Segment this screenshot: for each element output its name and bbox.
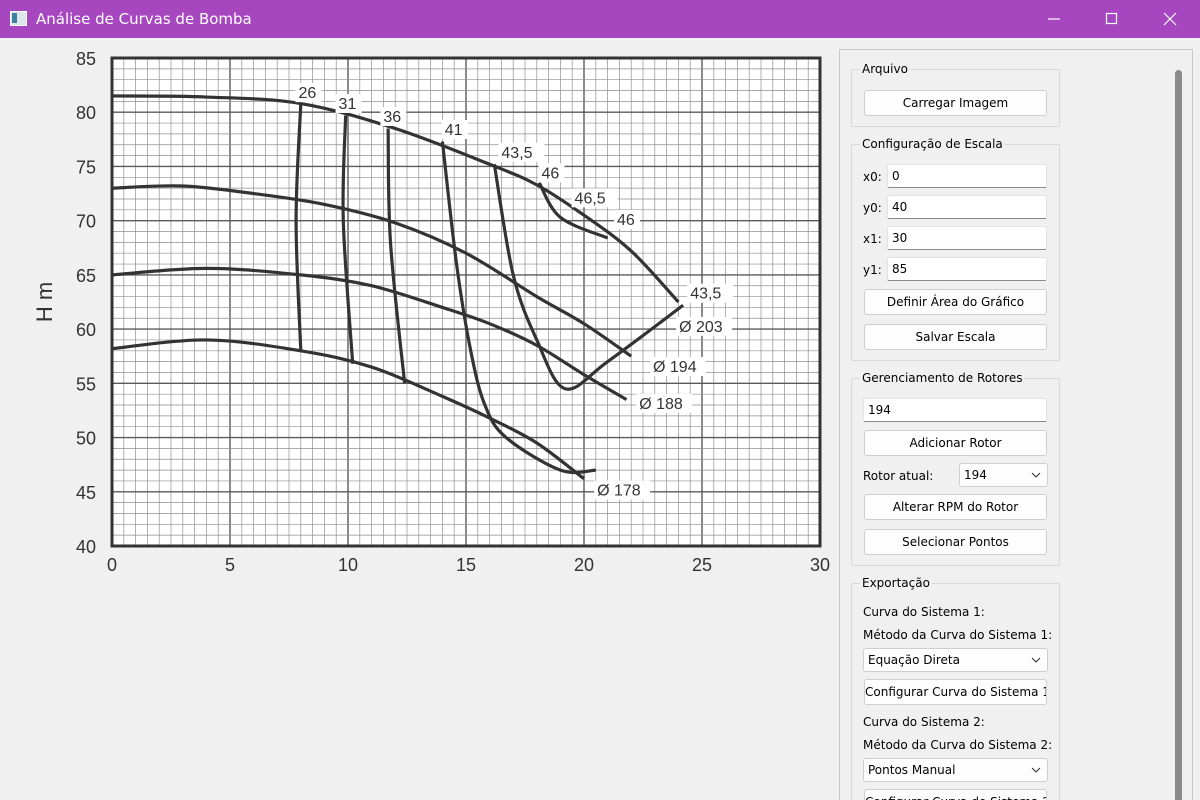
- system-curve-1-label: Curva do Sistema 1:: [863, 605, 985, 619]
- efficiency-label: 41: [445, 122, 463, 139]
- y0-label: y0:: [863, 201, 882, 215]
- system-curve-1-method-select[interactable]: Equação Direta: [863, 648, 1048, 672]
- y-tick-label: 65: [76, 266, 96, 286]
- x1-field[interactable]: 30: [887, 226, 1047, 250]
- x0-field[interactable]: 0: [887, 164, 1047, 188]
- system-curve-1-method-label: Método da Curva do Sistema 1:: [863, 628, 1053, 642]
- add-rotor-button[interactable]: Adicionar Rotor: [864, 430, 1047, 456]
- y-tick-label: 70: [76, 212, 96, 232]
- x-tick-label: 25: [692, 555, 712, 575]
- y-tick-label: 85: [76, 49, 96, 69]
- efficiency-label: 36: [383, 109, 401, 126]
- select-points-button[interactable]: Selecionar Pontos: [864, 529, 1047, 555]
- minimize-icon: [1048, 18, 1060, 20]
- current-rotor-select[interactable]: 194: [959, 463, 1048, 487]
- chart-canvas[interactable]: 0 5 10 15 20 25 30 40 45 50 55 60 65 70 75 80 85 H m Ø 203…: [0, 38, 836, 800]
- y-tick-label: 60: [76, 320, 96, 340]
- window-title: Análise de Curvas de Bomba: [36, 10, 252, 28]
- efficiency-label: 46: [617, 212, 635, 229]
- y-tick-label: 75: [76, 157, 96, 177]
- close-button[interactable]: [1141, 0, 1199, 38]
- x-tick-label: 10: [338, 555, 358, 575]
- change-rotor-rpm-button[interactable]: Alterar RPM do Rotor: [864, 494, 1047, 520]
- rotor-diameter-input[interactable]: 194: [863, 398, 1047, 422]
- y-tick-label: 80: [76, 103, 96, 123]
- y-tick-label: 45: [76, 483, 96, 503]
- y0-field[interactable]: 40: [887, 195, 1047, 219]
- system-curve-2-method-select[interactable]: Pontos Manual: [863, 758, 1048, 782]
- system-curve-1-method-value: Equação Direta: [868, 653, 960, 667]
- panel-scrollbar[interactable]: [1168, 50, 1190, 800]
- efficiency-label: 46: [542, 165, 560, 182]
- efficiency-label: 46,5: [575, 190, 606, 207]
- system-curve-2-method-value: Pontos Manual: [868, 763, 956, 777]
- chevron-down-icon: [1031, 657, 1041, 663]
- y1-field[interactable]: 85: [887, 257, 1047, 281]
- current-rotor-value: 194: [964, 468, 987, 482]
- close-icon: [1163, 12, 1177, 26]
- group-title-exportacao: Exportação: [860, 576, 932, 590]
- save-scale-button[interactable]: Salvar Escala: [864, 324, 1047, 350]
- impeller-label: Ø 188: [639, 396, 683, 413]
- scrollbar-thumb[interactable]: [1175, 70, 1182, 800]
- impeller-label: Ø 194: [653, 359, 697, 376]
- efficiency-label: 26: [298, 85, 316, 102]
- x-tick-label: 5: [225, 555, 235, 575]
- y1-label: y1:: [863, 263, 882, 277]
- configure-system-curve-2-button[interactable]: Configurar Curva do Sistema 2: [864, 789, 1047, 800]
- configure-system-curve-1-button[interactable]: Configurar Curva do Sistema 1: [864, 679, 1047, 705]
- system-curve-2-label: Curva do Sistema 2:: [863, 715, 985, 729]
- impeller-label: Ø 178: [597, 483, 641, 500]
- x1-label: x1:: [863, 232, 882, 246]
- y-tick-label: 40: [76, 537, 96, 557]
- y-tick-label: 50: [76, 429, 96, 449]
- group-title-escala: Configuração de Escala: [860, 137, 1005, 151]
- load-image-button[interactable]: Carregar Imagem: [864, 90, 1047, 116]
- chevron-down-icon: [1031, 472, 1041, 478]
- x-tick-label: 0: [107, 555, 117, 575]
- efficiency-label: 31: [339, 96, 357, 113]
- x-tick-label: 15: [456, 555, 476, 575]
- y-axis-label: H m: [32, 282, 57, 322]
- x-tick-label: 30: [810, 555, 830, 575]
- pump-curve-chart[interactable]: 0 5 10 15 20 25 30 40 45 50 55 60 65 70 75 80 85 H m Ø 203…: [0, 38, 836, 800]
- minimize-button[interactable]: [1025, 0, 1083, 38]
- x-tick-label: 20: [574, 555, 594, 575]
- efficiency-label: 43,5: [690, 286, 721, 303]
- system-curve-2-method-label: Método da Curva do Sistema 2:: [863, 738, 1053, 752]
- title-bar: Análise de Curvas de Bomba: [0, 0, 1200, 38]
- x0-label: x0:: [863, 170, 882, 184]
- y-tick-label: 55: [76, 374, 96, 394]
- current-rotor-label: Rotor atual:: [863, 469, 934, 483]
- chevron-down-icon: [1031, 767, 1041, 773]
- impeller-label: Ø 203: [679, 319, 723, 336]
- maximize-button[interactable]: [1083, 0, 1141, 38]
- group-title-rotores: Gerenciamento de Rotores: [860, 371, 1025, 385]
- group-title-arquivo: Arquivo: [860, 62, 910, 76]
- app-icon: [10, 11, 27, 26]
- define-chart-area-button[interactable]: Definir Área do Gráfico: [864, 289, 1047, 315]
- maximize-icon: [1105, 12, 1118, 25]
- efficiency-label: 43,5: [501, 145, 532, 162]
